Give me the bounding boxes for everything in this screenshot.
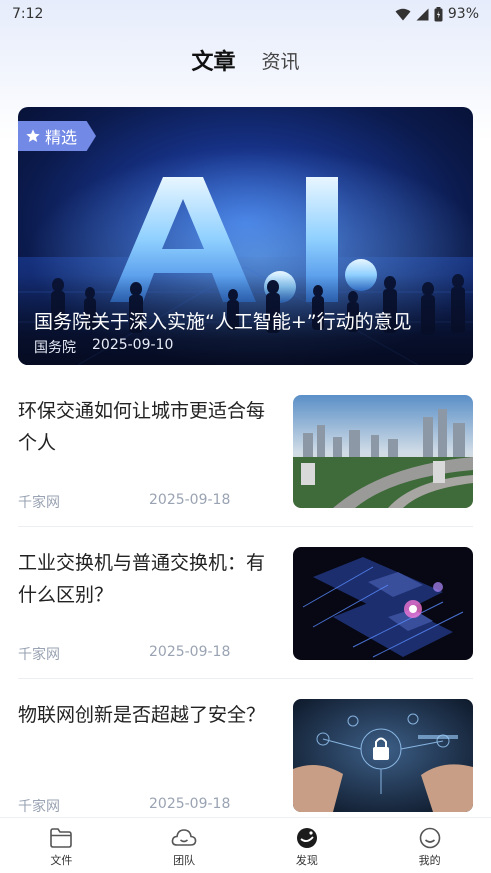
- star-icon: [26, 129, 40, 142]
- smile-icon: [419, 827, 440, 849]
- folder-icon: [50, 828, 73, 848]
- featured-date: 2025-09-10: [92, 337, 174, 353]
- nav-item-discover[interactable]: 发现: [246, 818, 369, 873]
- article-thumbnail[interactable]: [293, 699, 473, 812]
- list-item[interactable]: 环保交通如何让城市更适合每个人 千家网 2025-09-18: [18, 395, 473, 511]
- article-source: 千家网: [18, 495, 60, 511]
- signal-icon: [416, 8, 429, 20]
- article-date: 2025-09-18: [149, 492, 231, 508]
- nav-item-mine[interactable]: 我的: [368, 818, 491, 873]
- article-date: 2025-09-18: [149, 644, 231, 660]
- article-source: 千家网: [18, 647, 60, 663]
- featured-badge: 精选: [18, 121, 96, 151]
- tab-news[interactable]: 资讯: [262, 47, 300, 74]
- article-title[interactable]: 环保交通如何让城市更适合每个人: [18, 395, 280, 459]
- featured-badge-label: 精选: [45, 128, 78, 147]
- featured-meta: 国务院 2025-09-10: [34, 337, 173, 357]
- status-time: 7:12: [12, 6, 44, 22]
- article-thumbnail[interactable]: [293, 395, 473, 508]
- battery-icon: [434, 6, 443, 21]
- nav-label: 文件: [50, 854, 73, 867]
- divider: [18, 526, 473, 527]
- header-tabs: 文章 资讯: [0, 40, 491, 80]
- article-title[interactable]: 工业交换机与普通交换机：有什么区别？: [18, 547, 280, 611]
- status-icons: 93%: [395, 6, 479, 22]
- nav-label: 团队: [173, 854, 196, 867]
- featured-title[interactable]: 国务院关于深入实施“人工智能+”行动的意见: [34, 307, 464, 334]
- article-title[interactable]: 物联网创新是否超越了安全？: [18, 699, 280, 731]
- article-source: 千家网: [18, 799, 60, 815]
- battery-percent: 93%: [447, 6, 479, 22]
- cloud-icon: [171, 829, 197, 846]
- nav-label: 我的: [418, 854, 441, 867]
- featured-source: 国务院: [34, 340, 76, 356]
- nav-item-files[interactable]: 文件: [0, 818, 123, 873]
- nav-label: 发现: [295, 854, 318, 867]
- nav-item-team[interactable]: 团队: [123, 818, 246, 873]
- article-date: 2025-09-18: [149, 796, 231, 812]
- wifi-icon: [395, 8, 411, 20]
- status-bar: 7:12 93%: [0, 0, 491, 28]
- list-item[interactable]: 物联网创新是否超越了安全？ 千家网 2025-09-18: [18, 699, 473, 815]
- divider: [18, 678, 473, 679]
- list-item[interactable]: 工业交换机与普通交换机：有什么区别？ 千家网 2025-09-18: [18, 547, 473, 663]
- discover-icon: [296, 828, 317, 848]
- featured-article-card[interactable]: 精选 国务院关于深入实施“人工智能+”行动的意见 国务院 2025-09-10: [18, 107, 473, 365]
- article-thumbnail[interactable]: [293, 547, 473, 660]
- bottom-navigation: 文件 团队 发现 我的: [0, 817, 491, 873]
- tab-articles[interactable]: 文章: [191, 44, 235, 76]
